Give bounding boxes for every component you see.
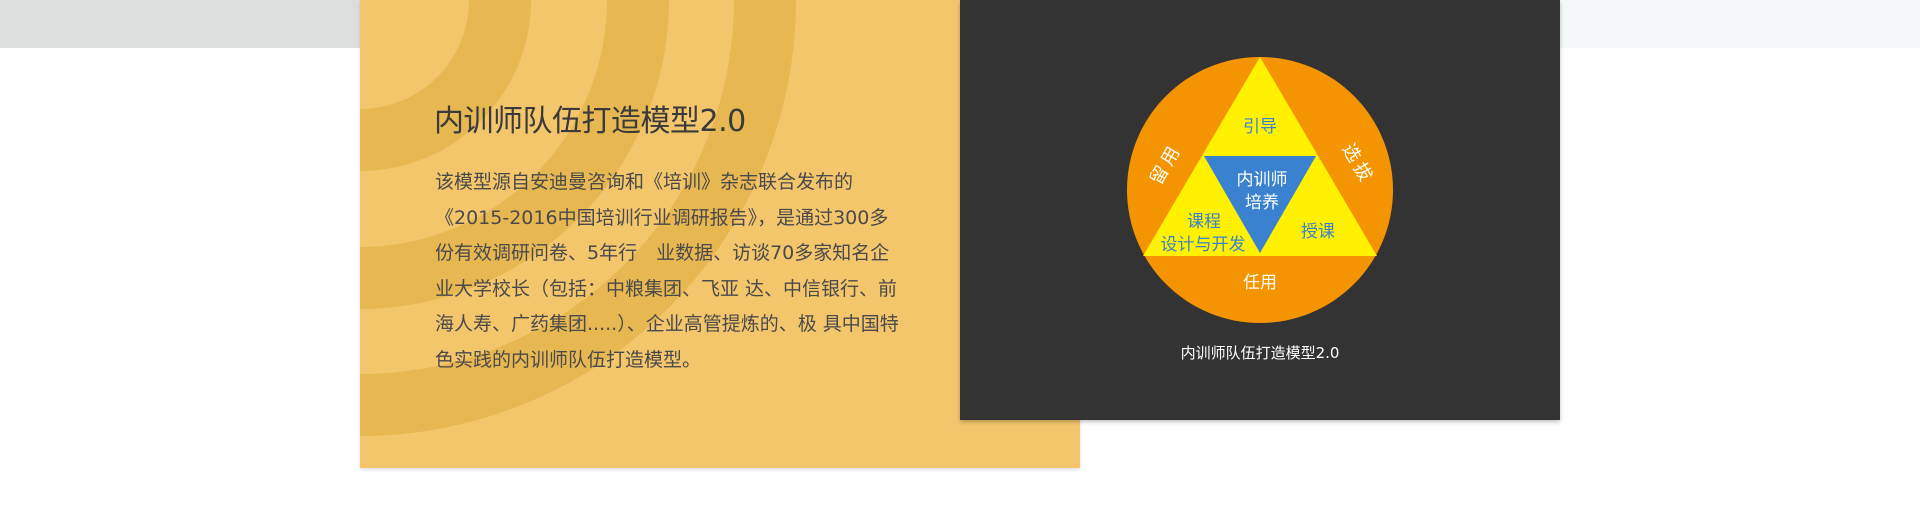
label-center-line1: 内训师 — [1237, 170, 1288, 190]
diagram-card: 引导 内训师 培养 课程 设计与开发 授课 留用 选拔 任用 内训师队伍打造模型… — [960, 0, 1560, 420]
page-title: 内训师队伍打造模型2.0 — [434, 104, 746, 139]
top-bar-right — [1560, 0, 1920, 48]
diagram-caption: 内训师队伍打造模型2.0 — [1180, 344, 1340, 362]
model-description: 该模型源自安迪曼咨询和《培训》杂志联合发布的《2015-2016中国培训行业调研… — [435, 171, 899, 371]
label-top: 引导 — [1243, 117, 1277, 137]
label-bottom-right: 授课 — [1301, 222, 1335, 242]
label-bottom-left-line2: 设计与开发 — [1161, 235, 1246, 255]
label-center-line2: 培养 — [1245, 193, 1279, 213]
label-bottom-arc: 任用 — [1243, 273, 1277, 293]
top-bar-left — [0, 0, 360, 48]
label-bottom-left-line1: 课程 — [1187, 212, 1221, 232]
